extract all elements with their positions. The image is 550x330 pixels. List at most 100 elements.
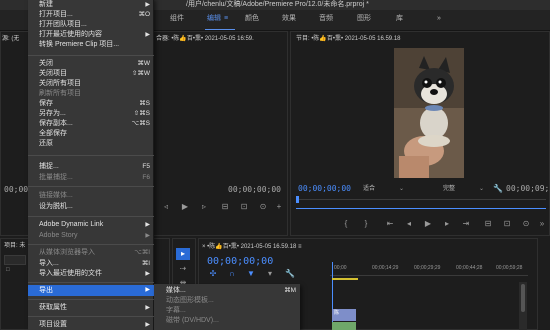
mark-in-icon[interactable]: { <box>340 219 352 229</box>
mixer-timecode[interactable]: 00;00;00;00 <box>228 185 281 194</box>
menu-item-open-project[interactable]: 打开项目... ⌘O <box>28 10 154 20</box>
workspace-tab-editing[interactable]: 编辑 ≡ <box>207 10 228 30</box>
timeline-timecode[interactable]: 00;00;00;00 <box>207 256 273 267</box>
snap-icon[interactable]: ✣ <box>207 269 219 279</box>
overwrite-icon[interactable]: ⊡ <box>238 202 250 212</box>
quality-dropdown[interactable]: 完整 ⌄ <box>440 184 486 195</box>
menu-item-project-settings[interactable]: 项目设置 ▶ <box>28 320 154 330</box>
workspace-tab-editing-label: 编辑 <box>207 15 221 22</box>
menu-item-close[interactable]: 关闭 ⌘W <box>28 59 154 69</box>
workspace-tab-effects[interactable]: 效果 <box>282 10 296 30</box>
timeline-tab[interactable]: × •陈👍百•熏• 2021-05-05 16.59.18 ≡ <box>202 241 302 253</box>
menu-item-import[interactable]: 导入... ⌘I <box>28 259 154 269</box>
mark-out-icon[interactable]: } <box>360 219 372 229</box>
workspace-overflow-icon[interactable]: » <box>437 10 441 30</box>
program-scrub-bar[interactable] <box>296 199 546 200</box>
insert-icon[interactable]: ⊟ <box>219 202 231 212</box>
menu-item-shortcut: ⌥⌘S <box>131 120 150 127</box>
menu-item-close-all-projects[interactable]: 关闭所有项目 <box>28 79 154 89</box>
selection-tool-icon[interactable]: ▸ <box>176 248 190 260</box>
menu-item-label: 打开项目... <box>39 11 73 18</box>
timeline-menu-icon[interactable]: ≡ <box>296 244 302 250</box>
menu-item-import-recent[interactable]: 导入最近使用的文件 ▶ <box>28 269 154 279</box>
wrench-icon[interactable]: 🔧 <box>284 269 296 279</box>
chevron-down-icon: ⌄ <box>478 186 484 192</box>
workspace-menu-icon[interactable]: ≡ <box>224 15 228 22</box>
menu-item-label: 导入最近使用的文件 <box>39 270 102 277</box>
submenu-item-tape: 磁带 (DV/HDV)... <box>154 316 300 326</box>
menu-item-open-recent[interactable]: 打开最近使用的内容 ▶ <box>28 30 154 40</box>
submenu-item-media[interactable]: 媒体... ⌘M <box>154 286 300 296</box>
track-select-icon[interactable]: ⇢ <box>177 264 189 274</box>
source-timecode[interactable]: 00;00 <box>4 185 28 194</box>
program-current-timecode[interactable]: 00;00;00;00 <box>298 184 351 193</box>
add-button-icon[interactable]: + <box>273 202 285 212</box>
menu-item-label: 动态图形模板... <box>166 297 214 304</box>
audio-mixer-tab[interactable]: 合器: •陈👍百•熏• 2021-05-05 16:59. <box>156 33 254 45</box>
go-to-in-icon[interactable]: ⇤ <box>384 219 396 229</box>
extract-icon[interactable]: ⊡ <box>501 219 513 229</box>
fit-dropdown[interactable]: 适合 ⌄ <box>360 184 406 195</box>
menu-item-shortcut: ⌘S <box>139 100 150 107</box>
menu-item-close-project[interactable]: 关闭项目 ⇧⌘W <box>28 69 154 79</box>
go-to-out-icon[interactable]: ⇥ <box>460 219 472 229</box>
project-search-input[interactable] <box>4 255 26 265</box>
wrench-icon[interactable]: 🔧 <box>492 184 504 194</box>
export-frame-icon[interactable]: ⊙ <box>257 202 269 212</box>
menu-item-save-all[interactable]: 全部保存 <box>28 129 154 139</box>
project-panel-title[interactable]: 项目: 未 <box>4 240 25 252</box>
marker-icon[interactable]: ▾ <box>264 269 276 279</box>
menu-item-label: 另存为... <box>39 110 66 117</box>
menu-item-shortcut: ⌘W <box>137 60 150 67</box>
menu-item-new[interactable]: 新建 ▶ <box>28 0 154 10</box>
lift-icon[interactable]: ⊟ <box>482 219 494 229</box>
overflow-icon[interactable]: » <box>536 219 548 229</box>
menu-item-save-as[interactable]: 另存为... ⇧⌘S <box>28 109 154 119</box>
workspace-tab-libraries[interactable]: 库 <box>396 10 403 30</box>
workspace-tab-color[interactable]: 颜色 <box>245 10 259 30</box>
program-panel-title[interactable]: 节目: •陈👍百•熏• 2021-05-05 16.59.18 <box>296 33 401 45</box>
timeline-clip[interactable]: 陈 <box>332 309 356 321</box>
menu-item-shortcut: ⌘I <box>141 260 150 267</box>
menu-item-link-media: 链接媒体... <box>28 191 154 201</box>
step-forward-icon[interactable]: ▹ <box>198 202 210 212</box>
program-zoom-bar[interactable] <box>296 208 546 209</box>
menu-item-label: 批量捕捉... <box>39 174 73 181</box>
menu-item-get-properties[interactable]: 获取属性 ▶ <box>28 303 154 313</box>
menu-item-export[interactable]: 导出 ▶ <box>28 285 154 296</box>
menu-item-revert[interactable]: 还原 <box>28 139 154 149</box>
menu-item-label: 打开最近使用的内容 <box>39 31 102 38</box>
workspace-tab-assembly[interactable]: 组件 <box>170 10 184 30</box>
menu-item-open-team-project[interactable]: 打开团队项目... <box>28 20 154 30</box>
timeline-scroll-thumb[interactable] <box>521 284 525 312</box>
step-back-icon[interactable]: ◃ <box>160 202 172 212</box>
step-back-icon[interactable]: ◂ <box>403 219 415 229</box>
add-marker-icon[interactable]: ▼ <box>245 269 257 279</box>
program-playhead[interactable] <box>296 196 299 203</box>
submenu-arrow-icon: ▶ <box>145 322 150 328</box>
submenu-arrow-icon: ▶ <box>145 2 150 8</box>
linked-selection-icon[interactable]: ∩ <box>226 269 238 279</box>
menu-item-label: 磁带 (DV/HDV)... <box>166 317 219 324</box>
source-panel-title[interactable]: 源: (无 <box>2 33 19 45</box>
workspace-tab-graphics[interactable]: 图形 <box>357 10 371 30</box>
workspace-tab-audio[interactable]: 音频 <box>319 10 333 30</box>
menu-item-save[interactable]: 保存 ⌘S <box>28 99 154 109</box>
work-area-bar[interactable] <box>332 278 358 280</box>
quality-dropdown-value: 完整 <box>443 186 456 192</box>
menu-item-save-copy[interactable]: 保存副本... ⌥⌘S <box>28 119 154 129</box>
menu-item-label: 从媒体浏览器导入 <box>39 249 95 256</box>
menu-separator <box>28 244 154 245</box>
step-forward-icon[interactable]: ▸ <box>441 219 453 229</box>
play-icon[interactable]: ▶ <box>179 202 191 212</box>
menu-item-dynamic-link[interactable]: Adobe Dynamic Link ▶ <box>28 220 154 230</box>
play-icon[interactable]: ▶ <box>422 219 434 229</box>
export-frame-icon[interactable]: ⊙ <box>520 219 532 229</box>
timeline-audio-clip[interactable] <box>332 322 356 330</box>
menu-item-label: 还原 <box>39 140 53 147</box>
submenu-arrow-icon: ▶ <box>145 222 150 228</box>
menu-item-convert-clip[interactable]: 转换 Premiere Clip 项目... <box>28 40 154 50</box>
menu-item-shortcut: ⇧⌘S <box>133 110 150 117</box>
menu-item-make-offline[interactable]: 设为脱机... <box>28 202 154 212</box>
menu-item-capture[interactable]: 捕捉... F5 <box>28 162 154 172</box>
